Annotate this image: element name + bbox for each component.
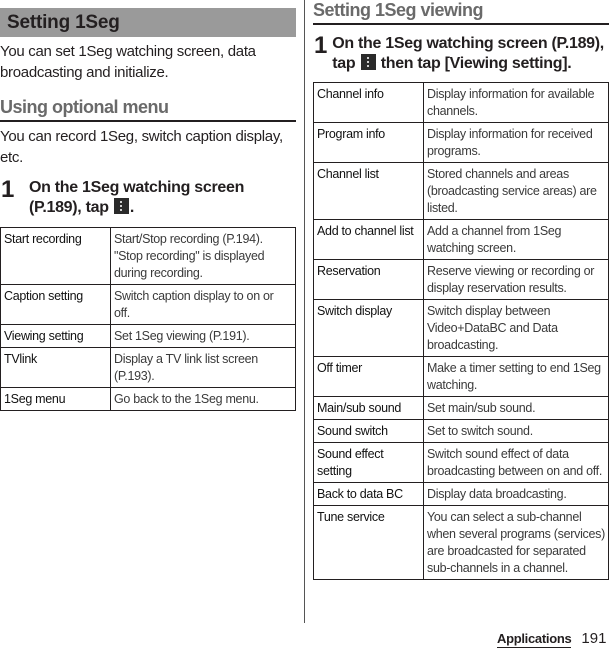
intro-paragraph: You can set 1Seg watching screen, data b…: [0, 43, 256, 81]
viewing-setting-table: Channel info Display information for avai…: [313, 82, 609, 580]
table-row: Channel list Stored channels and areas (b…: [313, 162, 609, 220]
table-row: Back to data BC Display data broadcasting…: [313, 482, 609, 506]
row-value: You can select a sub-channel when severa…: [423, 505, 609, 580]
row-value: Make a timer setting to end 1Seg watchin…: [423, 356, 609, 397]
table-row: Caption setting Switch caption display to…: [0, 284, 296, 325]
table-row: Off timer Make a timer setting to end 1Se…: [313, 356, 609, 397]
row-value: Switch display between Video+DataBC and …: [423, 299, 609, 357]
step-1: 1 On the 1Seg watching screen (P.189), t…: [0, 178, 296, 218]
row-value: Display a TV link list screen (P.193).: [110, 347, 296, 388]
row-key: Start recording: [0, 227, 111, 285]
row-key: Switch display: [313, 299, 424, 357]
section-title: Setting 1Seg: [7, 11, 120, 33]
table-row: Sound effect setting Switch sound effect …: [313, 442, 609, 483]
step-number: 1: [1, 176, 15, 203]
row-value: Display information for received program…: [423, 122, 609, 163]
menu-icon: [113, 198, 129, 214]
row-value: Reserve viewing or recording or display …: [423, 259, 609, 300]
row-key: Add to channel list: [313, 219, 424, 260]
page-number: 191: [581, 630, 607, 647]
table-row: Sound switch Set to switch sound.: [313, 419, 609, 443]
row-key: Main/sub sound: [313, 396, 424, 420]
row-key: Tune service: [313, 505, 424, 580]
row-key: Sound effect setting: [313, 442, 424, 483]
row-value: Set 1Seg viewing (P.191).: [110, 324, 296, 348]
row-key: Program info: [313, 122, 424, 163]
optional-menu-table: Start recording Start/Stop recording (P.1…: [0, 227, 296, 411]
row-key: Viewing setting: [0, 324, 111, 348]
column-divider: [304, 0, 305, 623]
row-value: Switch sound effect of data broadcasting…: [423, 442, 609, 483]
right-column: Setting 1Seg viewing 1 On the 1Seg watch…: [313, 0, 609, 580]
step-text-after: .: [129, 199, 135, 216]
step-text-before: On the 1Seg watching screen (P.189), tap: [29, 179, 245, 216]
step-instruction: On the 1Seg watching screen (P.189), tap…: [29, 178, 296, 218]
table-row: Viewing setting Set 1Seg viewing (P.191).: [0, 324, 296, 348]
row-key: Sound switch: [313, 419, 424, 443]
row-value: Switch caption display to on or off.: [110, 284, 296, 325]
step-1-viewing: 1 On the 1Seg watching screen (P.189), t…: [313, 34, 609, 74]
row-key: Off timer: [313, 356, 424, 397]
row-value: Set main/sub sound.: [423, 396, 609, 420]
row-value: Display information for available channe…: [423, 82, 609, 123]
menu-icon: [360, 54, 376, 70]
sub-intro-paragraph: You can record 1Seg, switch caption disp…: [0, 128, 283, 166]
row-value: Set to switch sound.: [423, 419, 609, 443]
page-footer: Applications 191: [497, 630, 606, 648]
table-row: Reservation Reserve viewing or recording …: [313, 259, 609, 300]
row-key: Channel info: [313, 82, 424, 123]
row-value: Add a channel from 1Seg watching screen.: [423, 219, 609, 260]
subheading-viewing: Setting 1Seg viewing: [313, 0, 609, 25]
subheading-optional-menu: Using optional menu: [0, 97, 296, 122]
left-column: Setting 1Seg You can set 1Seg watching s…: [0, 8, 296, 411]
table-row: Add to channel list Add a channel from 1S…: [313, 219, 609, 260]
table-row: Main/sub sound Set main/sub sound.: [313, 396, 609, 420]
table-row: 1Seg menu Go back to the 1Seg menu.: [0, 387, 296, 411]
step-instruction: On the 1Seg watching screen (P.189), tap…: [332, 34, 609, 74]
row-key: TVlink: [0, 347, 111, 388]
step-text-after: then tap [Viewing setting].: [380, 55, 572, 72]
table-row: Tune service You can select a sub-channel…: [313, 505, 609, 580]
section-header: Setting 1Seg: [0, 8, 296, 37]
row-key: 1Seg menu: [0, 387, 111, 411]
row-key: Back to data BC: [313, 482, 424, 506]
chapter-label: Applications: [497, 631, 572, 648]
table-row: Start recording Start/Stop recording (P.1…: [0, 227, 296, 285]
table-row: TVlink Display a TV link list screen (P.1…: [0, 347, 296, 388]
row-value: Start/Stop recording (P.194). "Stop reco…: [110, 227, 296, 285]
row-key: Caption setting: [0, 284, 111, 325]
row-value: Go back to the 1Seg menu.: [110, 387, 296, 411]
row-key: Reservation: [313, 259, 424, 300]
table-row: Channel info Display information for avai…: [313, 82, 609, 123]
row-value: Display data broadcasting.: [423, 482, 609, 506]
step-number: 1: [314, 32, 328, 59]
table-row: Program info Display information for rece…: [313, 122, 609, 163]
row-key: Channel list: [313, 162, 424, 220]
table-row: Switch display Switch display between Vid…: [313, 299, 609, 357]
row-value: Stored channels and areas (broadcasting …: [423, 162, 609, 220]
